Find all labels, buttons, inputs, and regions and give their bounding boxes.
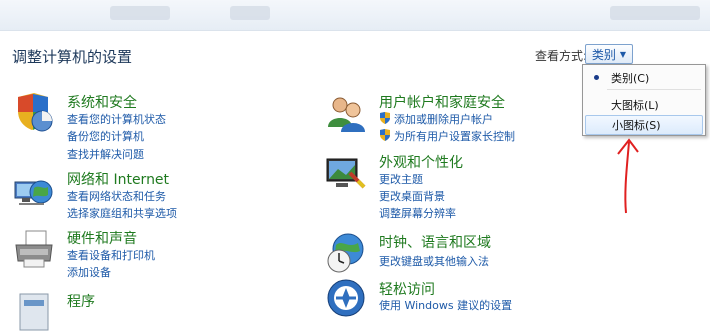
- category-system-security: 系统和安全 查看您的计算机状态 备份您的计算机 查找并解决问题: [14, 93, 314, 161]
- category-title[interactable]: 用户帐户和家庭安全: [379, 92, 505, 112]
- link-text: 添加或删除用户帐户: [394, 113, 493, 126]
- users-icon[interactable]: [326, 93, 366, 133]
- category-title[interactable]: 硬件和声音: [67, 228, 137, 248]
- menu-separator: [607, 89, 701, 90]
- category-hardware-sound: 硬件和声音 查看设备和打印机 添加设备: [14, 229, 314, 279]
- printer-icon[interactable]: [14, 229, 54, 269]
- blurred-text: [230, 6, 270, 20]
- red-arrow-annotation: [617, 138, 639, 214]
- category-programs: 程序: [14, 291, 314, 331]
- category-ease-of-access: 轻松访问 使用 Windows 建议的设置: [326, 278, 576, 318]
- shield-computer-icon[interactable]: [14, 93, 54, 133]
- uac-shield-icon: [380, 129, 390, 141]
- menu-item-small-icons[interactable]: 小图标(S): [585, 115, 703, 135]
- category-link[interactable]: 更改主题: [379, 171, 423, 187]
- category-link[interactable]: 使用 Windows 建议的设置: [379, 297, 512, 313]
- category-link[interactable]: 查看网络状态和任务: [67, 188, 166, 204]
- link-text: 为所有用户设置家长控制: [394, 130, 515, 143]
- category-title[interactable]: 外观和个性化: [379, 152, 463, 172]
- category-network-internet: 网络和 Internet 查看网络状态和任务 选择家庭组和共享选项: [14, 170, 314, 220]
- network-globe-icon[interactable]: [14, 170, 54, 210]
- category-link[interactable]: 添加设备: [67, 264, 111, 280]
- appearance-icon[interactable]: [326, 153, 366, 193]
- ease-of-access-icon[interactable]: [326, 278, 366, 318]
- category-link[interactable]: 更改桌面背景: [379, 188, 445, 204]
- menu-item-label: 类别(C): [611, 72, 650, 85]
- view-by-value: 类别: [591, 47, 616, 62]
- chevron-down-icon: ▼: [619, 49, 627, 59]
- category-link[interactable]: 选择家庭组和共享选项: [67, 205, 177, 221]
- blurred-text: [610, 6, 700, 20]
- view-by-label: 查看方式:: [535, 49, 588, 63]
- menu-item-large-icons[interactable]: 大图标(L): [585, 95, 703, 115]
- category-link[interactable]: 为所有用户设置家长控制: [379, 128, 515, 144]
- category-title[interactable]: 网络和 Internet: [67, 169, 169, 189]
- category-clock-language-region: 时钟、语言和区域 更改键盘或其他输入法: [326, 233, 576, 273]
- category-link[interactable]: 查看设备和打印机: [67, 247, 155, 263]
- category-title[interactable]: 程序: [67, 291, 95, 311]
- category-link[interactable]: 查找并解决问题: [67, 146, 144, 162]
- menu-item-label: 大图标(L): [611, 99, 659, 112]
- page-title: 调整计算机的设置: [12, 48, 133, 66]
- menu-item-label: 小图标(S): [612, 119, 661, 132]
- programs-icon[interactable]: [14, 292, 54, 332]
- category-link[interactable]: 备份您的计算机: [67, 128, 144, 144]
- category-title[interactable]: 时钟、语言和区域: [379, 232, 491, 252]
- menu-item-category[interactable]: 类别(C): [585, 68, 703, 88]
- category-link[interactable]: 添加或删除用户帐户: [379, 111, 493, 127]
- category-title[interactable]: 轻松访问: [379, 279, 435, 299]
- view-by-dropdown[interactable]: 类别 ▼: [585, 44, 633, 64]
- window-header: [0, 0, 710, 31]
- radio-dot-icon: [594, 75, 599, 80]
- blurred-text: [110, 6, 170, 20]
- category-appearance: 外观和个性化 更改主题 更改桌面背景 调整屏幕分辨率: [326, 153, 576, 223]
- view-by-menu: 类别(C) 大图标(L) 小图标(S): [582, 64, 706, 136]
- uac-shield-icon: [380, 112, 390, 124]
- clock-globe-icon[interactable]: [326, 233, 366, 273]
- category-link[interactable]: 查看您的计算机状态: [67, 111, 166, 127]
- category-user-accounts: 用户帐户和家庭安全 添加或删除用户帐户 为所有用户设置家长控制: [326, 93, 576, 143]
- category-link[interactable]: 更改键盘或其他输入法: [379, 253, 489, 269]
- category-title[interactable]: 系统和安全: [67, 92, 137, 112]
- category-link[interactable]: 调整屏幕分辨率: [379, 205, 456, 221]
